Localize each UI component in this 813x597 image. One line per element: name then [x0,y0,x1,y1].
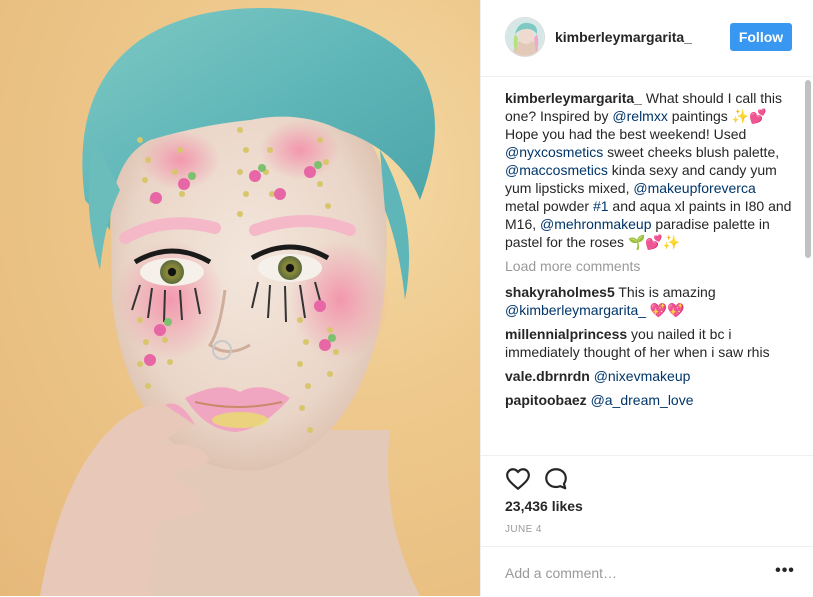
comment-username[interactable]: millennialprincess [505,326,627,342]
comment-emoji: 💖💖 [646,302,685,318]
comments-scrollbar[interactable] [805,80,811,454]
mention-link[interactable]: @maccosmetics [505,162,608,178]
mention-link[interactable]: @kimberleymargarita_ [505,302,646,318]
load-more-comments-button[interactable]: Load more comments [505,257,793,275]
comment-item: papitoobaez @a_dream_love [505,391,793,409]
header-username[interactable]: kimberleymargarita_ [555,29,692,45]
comment-item: shakyraholmes5 This is amazing @kimberle… [505,283,793,319]
portrait-illustration [40,8,436,596]
post-photo[interactable] [0,0,480,596]
add-comment-input[interactable] [505,563,755,583]
comment-text: This is amazing [614,284,716,300]
likes-count[interactable]: 23,436 likes [505,498,583,514]
caption-text: metal powder [505,198,593,214]
heart-icon [506,468,530,490]
add-comment-row: ••• [481,546,813,597]
caption-username[interactable]: kimberleymargarita_ [505,90,642,106]
caption-text: sweet cheeks blush palette, [603,144,780,160]
mention-link[interactable]: @relmxx [612,108,667,124]
mention-link[interactable]: @nyxcosmetics [505,144,603,160]
comment-item: millennialprincess you nailed it bc i im… [505,325,793,361]
comment-bubble-icon [545,468,567,490]
comment-username[interactable]: vale.dbrnrdn [505,368,590,384]
post-date: JUNE 4 [505,524,542,535]
scrollbar-thumb[interactable] [805,80,811,258]
caption: kimberleymargarita_ What should I call t… [505,89,793,251]
hashtag-link[interactable]: #1 [593,198,609,214]
mention-link[interactable]: @nixevmakeup [594,368,691,384]
mention-link[interactable]: @mehronmakeup [540,216,652,232]
like-button[interactable] [505,466,531,492]
comment-username[interactable]: shakyraholmes5 [505,284,615,300]
comments-list: kimberleymargarita_ What should I call t… [505,89,793,449]
avatar-image [506,18,544,56]
mention-link[interactable]: @a_dream_love [591,392,694,408]
comment-item: vale.dbrnrdn @nixevmakeup [505,367,793,385]
comment-button[interactable] [543,466,569,492]
mention-link[interactable]: @makeupforeverca [633,180,755,196]
post-header: kimberleymargarita_ Follow [481,0,813,77]
comment-username[interactable]: papitoobaez [505,392,587,408]
follow-button[interactable]: Follow [730,23,792,51]
more-options-icon[interactable]: ••• [775,561,795,581]
avatar[interactable] [505,17,545,57]
post-side-panel: kimberleymargarita_ Follow kimberleymarg… [480,0,813,596]
post-container: kimberleymargarita_ Follow kimberleymarg… [0,0,813,596]
post-actions [481,455,813,490]
